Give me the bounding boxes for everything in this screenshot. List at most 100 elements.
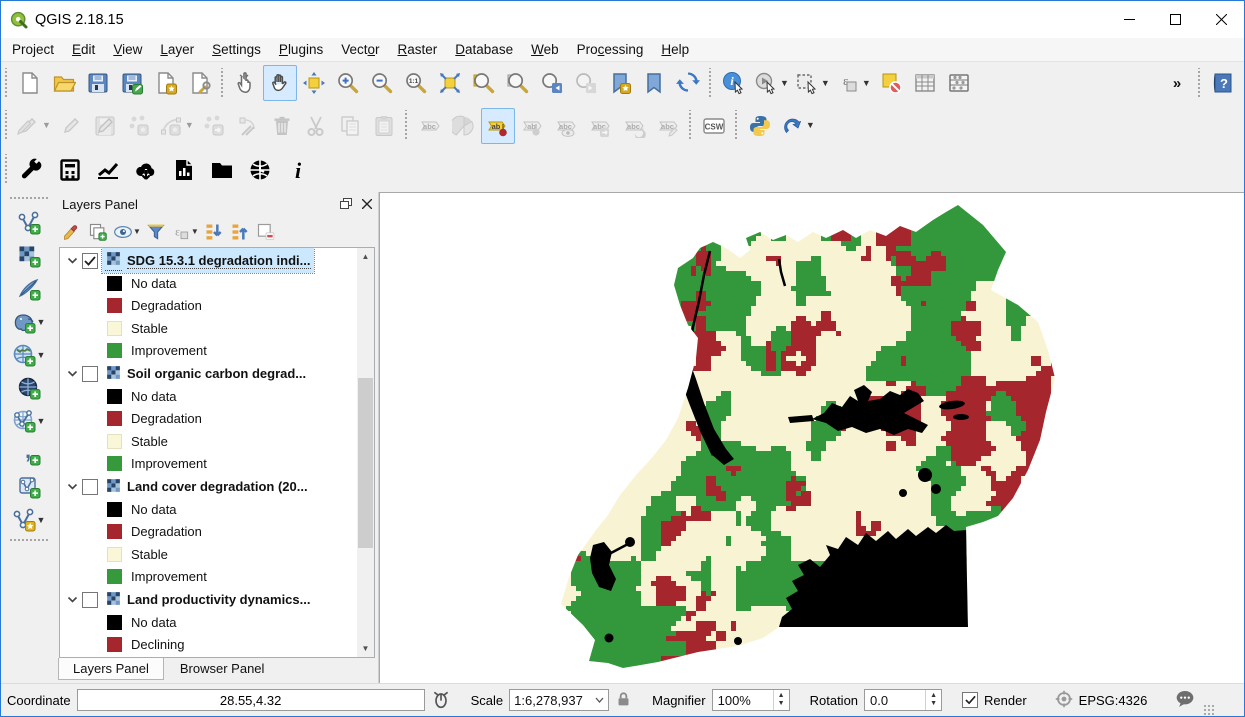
menu-database[interactable]: Database bbox=[446, 39, 522, 60]
cut-features-button[interactable] bbox=[299, 108, 333, 144]
filter-expression-button[interactable]: ε▼ bbox=[170, 219, 200, 245]
plugin-reloader-button[interactable]: ▼ bbox=[777, 108, 818, 144]
spinner-arrows-icon[interactable]: ▲▼ bbox=[925, 690, 941, 710]
close-panel-icon[interactable] bbox=[362, 197, 372, 212]
add-postgis-layer-button[interactable]: ▼ bbox=[7, 305, 51, 338]
menu-plugins[interactable]: Plugins bbox=[270, 39, 332, 60]
add-wcs-layer-button[interactable] bbox=[7, 371, 51, 404]
node-tool-button[interactable] bbox=[231, 108, 265, 144]
new-geopackage-layer-button[interactable] bbox=[7, 470, 51, 503]
toolbar-handle[interactable] bbox=[1196, 68, 1204, 97]
layer-name[interactable]: Soil organic carbon degrad... bbox=[102, 362, 309, 386]
python-console-button[interactable] bbox=[743, 108, 777, 144]
toolbar-handle[interactable] bbox=[3, 68, 11, 97]
te-settings-button[interactable] bbox=[13, 152, 51, 188]
menu-layer[interactable]: Layer bbox=[151, 39, 203, 60]
run-feature-action-dropdown-icon[interactable]: ▼ bbox=[780, 79, 789, 88]
refresh-button[interactable] bbox=[671, 65, 705, 101]
select-by-expression-button[interactable]: ε▼ bbox=[833, 65, 874, 101]
new-composer-button[interactable] bbox=[149, 65, 183, 101]
rotate-label-button[interactable]: abc bbox=[617, 108, 651, 144]
rotation-spinner[interactable]: 0.0 ▲▼ bbox=[864, 689, 942, 711]
layer-checkbox[interactable] bbox=[82, 253, 98, 269]
toggle-editing-button[interactable] bbox=[54, 108, 88, 144]
select-features-dropdown-icon[interactable]: ▼ bbox=[821, 79, 830, 88]
label-layer-button[interactable]: abc bbox=[413, 108, 447, 144]
coordinate-input[interactable] bbox=[77, 689, 425, 711]
scroll-down-icon[interactable]: ▼ bbox=[357, 640, 374, 657]
legend-item[interactable]: No data bbox=[60, 498, 357, 521]
chevron-down-icon[interactable] bbox=[64, 483, 80, 491]
zoom-out-button[interactable] bbox=[365, 65, 399, 101]
menu-web[interactable]: Web bbox=[522, 39, 568, 60]
zoom-in-button[interactable] bbox=[331, 65, 365, 101]
run-feature-action-button[interactable]: ▼ bbox=[751, 65, 792, 101]
add-group-button[interactable] bbox=[86, 219, 110, 245]
te-timeseries-button[interactable] bbox=[241, 152, 279, 188]
touch-zoom-button[interactable] bbox=[229, 65, 263, 101]
zoom-full-button[interactable] bbox=[433, 65, 467, 101]
current-edits-button[interactable]: ▼ bbox=[13, 108, 54, 144]
legend-item[interactable]: Stable bbox=[60, 430, 357, 453]
menu-vector[interactable]: Vector bbox=[332, 39, 388, 60]
paste-features-button[interactable] bbox=[367, 108, 401, 144]
pan-map-button[interactable] bbox=[263, 65, 297, 101]
layer-name[interactable]: Land productivity dynamics... bbox=[102, 588, 313, 612]
layer-name[interactable]: Land cover degradation (20... bbox=[102, 475, 311, 499]
layer-checkbox[interactable] bbox=[82, 479, 98, 495]
toolbar-handle[interactable] bbox=[3, 110, 11, 140]
change-label-button[interactable]: abc bbox=[651, 108, 685, 144]
plugin-reloader-dropdown-icon[interactable]: ▼ bbox=[806, 121, 815, 130]
add-circular-string-dropdown-icon[interactable]: ▼ bbox=[185, 121, 194, 130]
add-wms-layer-button[interactable]: ▼ bbox=[7, 338, 51, 371]
minimize-button[interactable] bbox=[1106, 1, 1152, 38]
zoom-to-selection-button[interactable] bbox=[467, 65, 501, 101]
layer-tree-scrollbar[interactable]: ▲ ▼ bbox=[357, 248, 374, 657]
expand-all-button[interactable] bbox=[202, 219, 226, 245]
menu-edit[interactable]: Edit bbox=[63, 39, 104, 60]
uganda-degradation-map[interactable] bbox=[380, 193, 1244, 682]
crs-status-icon[interactable] bbox=[1055, 690, 1073, 711]
add-raster-layer-button[interactable] bbox=[7, 239, 51, 272]
legend-item[interactable]: No data bbox=[60, 272, 357, 295]
select-features-button[interactable]: ▼ bbox=[792, 65, 833, 101]
select-by-expression-dropdown-icon[interactable]: ▼ bbox=[862, 79, 871, 88]
move-label-button[interactable]: abc bbox=[583, 108, 617, 144]
mouse-extents-toggle-icon[interactable] bbox=[431, 689, 451, 712]
zoom-native-button[interactable]: 1:1 bbox=[399, 65, 433, 101]
toolbar-handle[interactable] bbox=[687, 110, 695, 140]
scale-lock-icon[interactable] bbox=[615, 690, 632, 711]
add-wfs-layer-dropdown-icon[interactable]: ▼ bbox=[37, 416, 46, 426]
legend-item[interactable]: Degradation bbox=[60, 521, 357, 544]
te-download-button[interactable] bbox=[127, 152, 165, 188]
filter-legend-button[interactable] bbox=[144, 219, 168, 245]
layer-row[interactable]: Land productivity dynamics... bbox=[60, 588, 357, 611]
legend-item[interactable]: No data bbox=[60, 611, 357, 634]
map-canvas[interactable] bbox=[379, 192, 1244, 683]
metasearch-csw-button[interactable]: CSW bbox=[697, 108, 731, 144]
toolbar-handle[interactable] bbox=[219, 68, 227, 97]
layer-labeling-options-button[interactable]: ab bbox=[481, 108, 515, 144]
legend-item[interactable]: Improvement bbox=[60, 566, 357, 589]
field-calculator-button[interactable] bbox=[942, 65, 976, 101]
add-feature-button[interactable] bbox=[122, 108, 156, 144]
spinner-arrows-icon[interactable]: ▲▼ bbox=[773, 690, 789, 710]
delete-selected-button[interactable] bbox=[265, 108, 299, 144]
menu-processing[interactable]: Processing bbox=[568, 39, 653, 60]
open-attribute-table-button[interactable] bbox=[908, 65, 942, 101]
tab-layers-panel[interactable]: Layers Panel bbox=[58, 658, 164, 680]
toolbar-handle[interactable] bbox=[733, 110, 741, 140]
te-calculator-button[interactable] bbox=[51, 152, 89, 188]
add-delimited-text-layer-button[interactable]: , bbox=[7, 437, 51, 470]
current-edits-dropdown-icon[interactable]: ▼ bbox=[42, 121, 51, 130]
new-shapefile-layer-dropdown-icon[interactable]: ▼ bbox=[37, 515, 46, 525]
add-circular-string-button[interactable]: ▼ bbox=[156, 108, 197, 144]
manage-visibility-button[interactable]: ▼ bbox=[112, 219, 142, 245]
layer-checkbox[interactable] bbox=[82, 592, 98, 608]
toolbar-handle[interactable] bbox=[3, 154, 11, 186]
te-info-button[interactable]: i bbox=[279, 152, 317, 188]
composer-manager-button[interactable] bbox=[183, 65, 217, 101]
diagram-layer-button[interactable] bbox=[447, 108, 481, 144]
new-bookmark-button[interactable] bbox=[603, 65, 637, 101]
menu-project[interactable]: Project bbox=[3, 39, 63, 60]
